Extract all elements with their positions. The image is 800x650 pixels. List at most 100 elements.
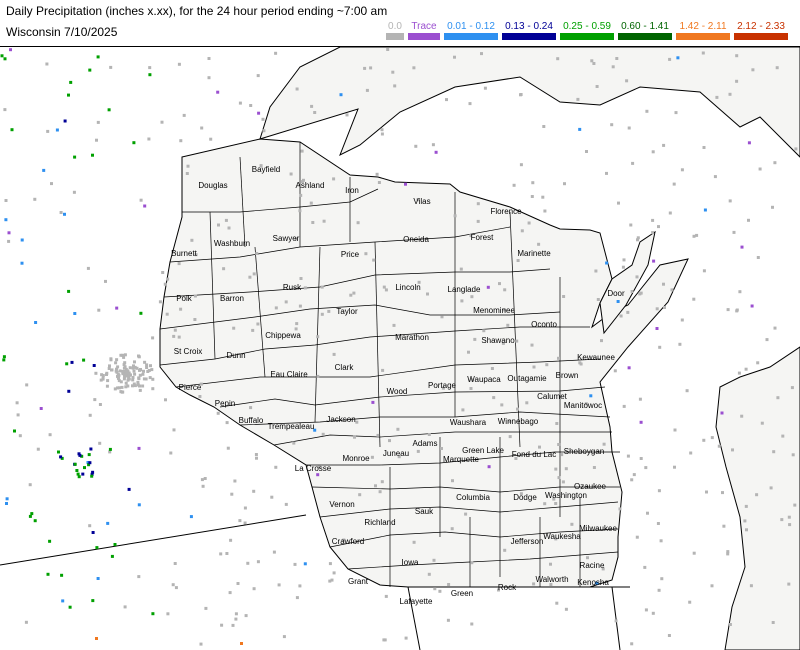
station-dot (328, 579, 332, 583)
station-dot (651, 611, 655, 615)
station-dot (622, 404, 626, 408)
station-dot (320, 312, 324, 316)
station-dot (416, 449, 420, 453)
station-dot (121, 369, 125, 373)
station-dot (299, 277, 303, 280)
station-dot (771, 205, 774, 209)
station-dot (615, 57, 619, 60)
station-dot (295, 87, 299, 91)
station-dot (570, 522, 574, 526)
station-dot (293, 562, 297, 566)
station-dot (96, 55, 100, 59)
station-dot (229, 538, 233, 542)
station-dot (124, 367, 128, 371)
station-dot (721, 491, 724, 495)
county-label: Door (607, 289, 625, 298)
station-dot (595, 85, 599, 88)
station-dot (173, 328, 177, 332)
station-dot (272, 550, 276, 554)
station-dot (756, 361, 760, 365)
station-dot (383, 638, 387, 642)
station-dot (252, 272, 256, 276)
station-dot (110, 554, 114, 558)
county-label: Kenosha (577, 578, 609, 587)
station-dot (59, 455, 63, 459)
station-dot (594, 269, 598, 273)
station-dot (692, 234, 696, 238)
station-dot (33, 197, 37, 201)
station-dot (636, 236, 640, 240)
station-dot (371, 400, 375, 404)
station-dot (98, 441, 102, 445)
station-dot (589, 394, 593, 398)
county-label: Sheboygan (564, 447, 604, 456)
station-dot (630, 290, 634, 293)
station-dot (674, 111, 678, 115)
station-dot (256, 74, 260, 78)
station-dot (67, 289, 71, 293)
station-dot (668, 57, 672, 61)
station-dot (104, 279, 107, 283)
station-dot (151, 336, 155, 340)
station-dot (303, 286, 307, 290)
station-dot (113, 387, 117, 391)
station-dot (760, 421, 764, 425)
station-dot (251, 328, 255, 332)
station-dot (243, 521, 247, 525)
county-label: La Crosse (295, 464, 332, 473)
station-dot (710, 584, 714, 588)
station-dot (776, 396, 780, 400)
county-label: Menominee (473, 306, 515, 315)
county-label: Adams (413, 439, 438, 448)
station-dot (148, 66, 152, 70)
station-dot (651, 218, 655, 222)
station-dot (151, 612, 155, 616)
station-dot (120, 385, 124, 389)
station-dot (222, 267, 226, 271)
station-dot (255, 456, 258, 460)
station-dot (164, 398, 167, 402)
station-dot (217, 223, 220, 227)
station-dot (173, 562, 177, 565)
station-dot (207, 76, 211, 80)
station-dot (116, 372, 120, 376)
station-dot (201, 484, 205, 488)
legend-label: 1.42 - 2.11 (679, 21, 727, 32)
county-label: Manitowoc (564, 401, 602, 410)
station-dot (775, 66, 779, 70)
station-dot (95, 546, 99, 550)
station-dot (626, 454, 630, 458)
station-dot (630, 642, 634, 646)
station-dot (89, 447, 93, 451)
station-dot (702, 438, 706, 442)
station-dot (490, 367, 494, 370)
station-dot (160, 120, 164, 124)
station-dot (747, 141, 751, 145)
station-dot (638, 397, 642, 401)
county-label: Forest (471, 233, 494, 242)
station-dot (626, 310, 630, 314)
station-dot (142, 369, 145, 373)
station-dot (256, 560, 260, 564)
station-dot (28, 483, 32, 487)
station-dot (469, 387, 473, 390)
station-dot (788, 523, 792, 527)
county-label: Taylor (336, 307, 358, 316)
station-dot (109, 65, 113, 69)
station-dot (747, 218, 750, 222)
station-dot (25, 383, 29, 387)
station-dot (4, 218, 8, 222)
station-dot (722, 524, 726, 528)
station-dot (662, 143, 666, 147)
station-dot (735, 54, 739, 58)
precipitation-map[interactable]: Douglas Bayfield Ashland Iron Vilas Florence B… (0, 47, 800, 650)
station-dot (740, 245, 744, 249)
station-dot (508, 435, 512, 439)
station-dot (225, 421, 229, 425)
station-dot (177, 335, 181, 339)
station-dot (632, 473, 636, 477)
station-dot (55, 128, 59, 132)
station-dot (670, 288, 674, 292)
station-dot (651, 150, 655, 154)
station-dot (695, 233, 699, 237)
